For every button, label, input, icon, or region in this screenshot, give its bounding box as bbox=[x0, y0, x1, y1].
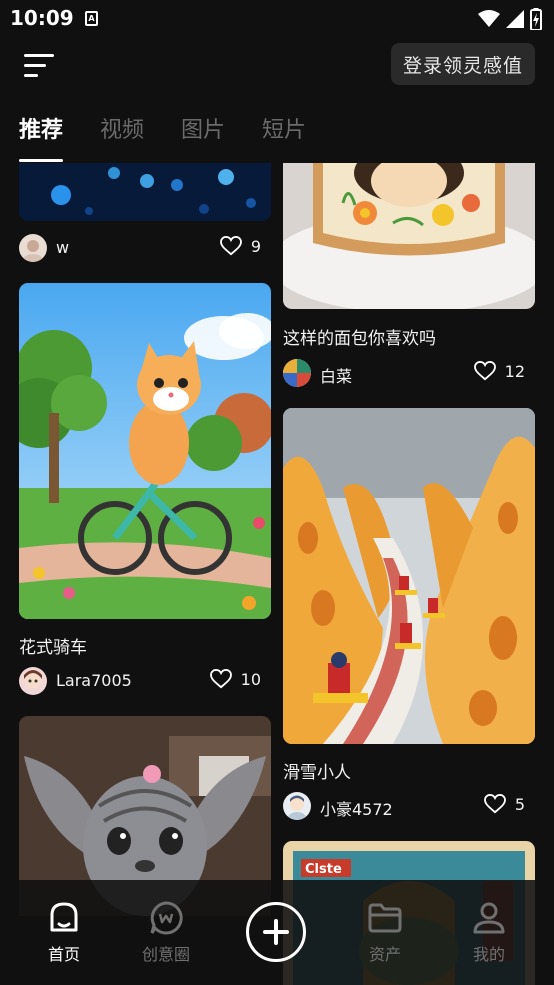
avatar[interactable] bbox=[19, 667, 47, 695]
system-icons bbox=[478, 8, 542, 30]
add-icon bbox=[263, 919, 289, 945]
card-meta: w 9 bbox=[19, 233, 271, 263]
card-image-cheese-skiers[interactable] bbox=[283, 408, 535, 744]
username[interactable]: 小豪4572 bbox=[320, 796, 393, 820]
nav-label: 创意圈 bbox=[141, 945, 190, 964]
heart-icon bbox=[473, 361, 496, 381]
status-bar: 10:09 A bbox=[0, 0, 554, 38]
card-title: 花式骑车 bbox=[19, 638, 87, 658]
username[interactable]: w bbox=[56, 238, 69, 257]
card-image-cat-bicycle[interactable] bbox=[19, 283, 271, 619]
card-meta: 白菜 12 bbox=[283, 358, 535, 388]
battery-charging-icon bbox=[530, 8, 542, 30]
home-icon bbox=[50, 902, 78, 932]
category-tabs: 推荐 视频 图片 短片 bbox=[19, 112, 306, 162]
like-count: 5 bbox=[514, 794, 525, 814]
card-meta: Lara7005 10 bbox=[19, 666, 271, 696]
heart-icon bbox=[209, 669, 232, 689]
user-icon bbox=[473, 902, 505, 934]
nav-assets[interactable]: 资产 bbox=[345, 900, 425, 965]
tab-recommended[interactable]: 推荐 bbox=[19, 112, 64, 162]
nav-label: 我的 bbox=[472, 945, 505, 964]
avatar[interactable] bbox=[283, 359, 311, 387]
tab-shorts[interactable]: 短片 bbox=[262, 112, 306, 152]
sim-card-icon: A bbox=[85, 11, 98, 26]
like-button[interactable]: 12 bbox=[473, 361, 525, 381]
card-title: 这样的面包你喜欢吗 bbox=[283, 329, 436, 349]
menu-icon[interactable] bbox=[24, 52, 56, 80]
like-count: 9 bbox=[250, 236, 261, 256]
like-count: 12 bbox=[504, 361, 525, 381]
like-count: 10 bbox=[240, 669, 261, 689]
wifi-icon bbox=[478, 10, 500, 27]
content-feed[interactable]: w 9 花式骑车 Lara7005 10 这样的面包你喜欢吗 白菜 12 滑雪小… bbox=[0, 163, 554, 985]
like-button[interactable]: 9 bbox=[219, 236, 261, 256]
poster-text: Clste bbox=[305, 862, 342, 877]
nav-label: 资产 bbox=[368, 945, 401, 964]
nav-profile[interactable]: 我的 bbox=[449, 900, 529, 965]
card-image-bokeh[interactable] bbox=[19, 163, 271, 221]
card-title: 滑雪小人 bbox=[283, 763, 351, 783]
login-button[interactable]: 登录领灵感值 bbox=[391, 43, 535, 85]
folder-icon bbox=[368, 903, 402, 933]
chat-bubble-icon bbox=[150, 901, 183, 935]
bottom-nav: 首页 创意圈 资产 我的 bbox=[0, 880, 554, 985]
avatar[interactable] bbox=[283, 792, 311, 820]
avatar[interactable] bbox=[19, 234, 47, 262]
nav-community[interactable]: 创意圈 bbox=[126, 900, 206, 965]
heart-icon bbox=[483, 794, 506, 814]
signal-icon bbox=[506, 10, 524, 28]
nav-home[interactable]: 首页 bbox=[24, 900, 104, 965]
card-image-toast[interactable] bbox=[283, 163, 535, 309]
like-button[interactable]: 10 bbox=[209, 669, 261, 689]
add-button[interactable] bbox=[246, 902, 306, 962]
tab-images[interactable]: 图片 bbox=[181, 112, 225, 152]
nav-label: 首页 bbox=[47, 945, 80, 964]
card-meta: 小豪4572 5 bbox=[283, 791, 535, 821]
username[interactable]: 白菜 bbox=[320, 363, 352, 387]
like-button[interactable]: 5 bbox=[483, 794, 525, 814]
tab-video[interactable]: 视频 bbox=[100, 112, 144, 152]
username[interactable]: Lara7005 bbox=[56, 671, 132, 690]
status-time: 10:09 bbox=[10, 6, 74, 30]
heart-icon bbox=[219, 236, 242, 256]
